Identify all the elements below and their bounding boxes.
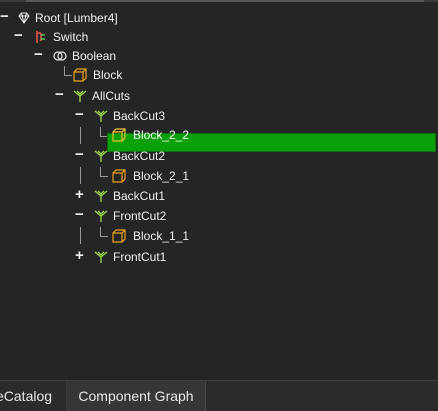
- tree-node-switch[interactable]: − Switch: [0, 27, 438, 47]
- collapse-toggle[interactable]: −: [0, 8, 9, 26]
- tree-node-backcut2[interactable]: − BackCut2: [0, 146, 438, 166]
- tree-node-label: Block: [93, 68, 123, 82]
- tree-node-block-1-1[interactable]: Block_1_1: [0, 226, 438, 246]
- cut-icon: [73, 90, 87, 102]
- collapse-toggle[interactable]: −: [14, 27, 23, 45]
- tree-node-label: Switch: [53, 30, 89, 44]
- tree-node-allcuts[interactable]: − AllCuts: [0, 86, 438, 106]
- tree-node-backcut1[interactable]: + BackCut1: [0, 186, 438, 206]
- tab-catalog[interactable]: eCatalog: [0, 381, 67, 411]
- tree-node-block-2-2[interactable]: Block_2_2: [0, 125, 438, 145]
- cut-icon: [94, 110, 108, 122]
- collapse-toggle[interactable]: −: [75, 146, 84, 164]
- tab-component-graph[interactable]: Component Graph: [67, 381, 206, 411]
- root-diamond-icon: [18, 12, 30, 24]
- tree-node-label: Boolean: [72, 49, 117, 63]
- tree-node-label: BackCut3: [113, 109, 166, 123]
- expand-toggle[interactable]: +: [75, 186, 84, 204]
- block-cube-icon: [73, 68, 87, 82]
- tree-node-label: Block_1_1: [133, 229, 190, 243]
- tree-node-boolean[interactable]: − Boolean: [0, 46, 438, 66]
- expand-toggle[interactable]: +: [75, 247, 84, 265]
- cut-icon: [94, 150, 108, 162]
- cut-icon: [94, 190, 108, 202]
- tree-node-frontcut2[interactable]: − FrontCut2: [0, 206, 438, 226]
- tree-node-label: AllCuts: [92, 89, 131, 103]
- switch-icon: [36, 31, 45, 43]
- tree-node-label: Block_2_1: [133, 169, 190, 183]
- tree-node-root[interactable]: − Root [Lumber4]: [0, 8, 438, 28]
- cut-icon: [94, 251, 108, 263]
- bottom-tab-bar: eCatalog Component Graph: [0, 380, 438, 411]
- block-cube-icon: [112, 128, 126, 142]
- tree-node-backcut3[interactable]: − BackCut3: [0, 106, 438, 126]
- collapse-toggle[interactable]: −: [75, 206, 84, 224]
- block-cube-icon: [112, 169, 126, 183]
- block-cube-icon: [112, 229, 126, 243]
- boolean-icon: [53, 51, 67, 61]
- tree-node-block-2-1[interactable]: Block_2_1: [0, 166, 438, 186]
- tree-node-label: FrontCut1: [113, 250, 167, 264]
- collapse-toggle[interactable]: −: [55, 86, 64, 104]
- tree-node-label: BackCut2: [113, 149, 166, 163]
- collapse-toggle[interactable]: −: [75, 106, 84, 124]
- tree-node-frontcut1[interactable]: + FrontCut1: [0, 247, 438, 267]
- tree-node-label: FrontCut2: [113, 209, 167, 223]
- tree-node-label: BackCut1: [113, 189, 166, 203]
- tree-node-block[interactable]: Block: [0, 65, 438, 85]
- tree-node-label: Root [Lumber4]: [35, 11, 118, 25]
- cut-icon: [94, 210, 108, 222]
- top-divider: [0, 0, 438, 2]
- collapse-toggle[interactable]: −: [34, 46, 43, 64]
- tree-node-label: Block_2_2: [133, 128, 190, 142]
